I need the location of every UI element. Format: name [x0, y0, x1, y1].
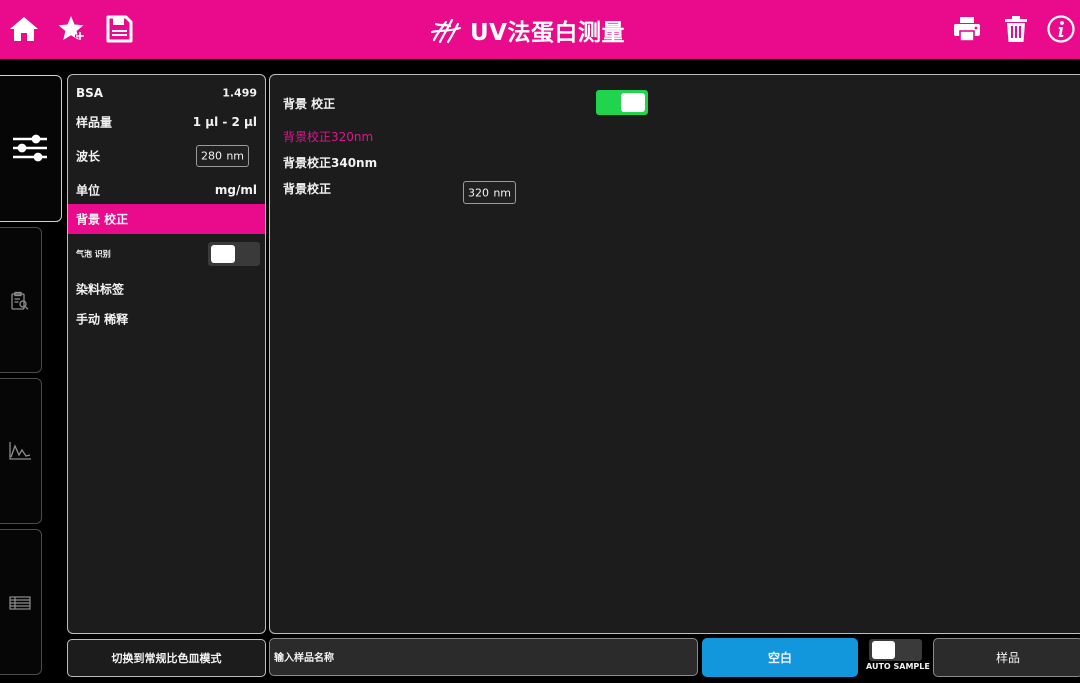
- detail-panel: 背景 校正 背景校正320nm 背景校正340nm 背景校正 320 nm: [269, 74, 1080, 634]
- detail-wavelength-unit: nm: [493, 186, 511, 199]
- switch-cuvette-mode-label: 切换到常规比色皿模式: [111, 652, 222, 665]
- unit-label: 单位: [76, 183, 101, 198]
- blank-button[interactable]: 空白: [702, 638, 858, 677]
- chart-icon: [9, 442, 31, 460]
- bubble-detection-toggle[interactable]: [208, 242, 260, 266]
- detail-background-correction-label: 背景 校正: [283, 97, 336, 111]
- rail-tab-settings[interactable]: [0, 75, 62, 222]
- wavelength-input[interactable]: 280 nm: [196, 145, 249, 167]
- list-item-manual-dilution[interactable]: 手动 稀释: [68, 305, 265, 333]
- blank-button-label: 空白: [767, 651, 792, 665]
- unit-value: mg/ml: [214, 183, 257, 197]
- toggle-knob: [621, 93, 645, 112]
- rail-tab-chart[interactable]: [0, 378, 42, 524]
- bubble-detection-label: 气泡 识别: [76, 249, 111, 259]
- auto-sample-label: AUTO SAMPLE: [866, 662, 930, 671]
- home-icon[interactable]: [8, 13, 40, 45]
- list-item-wavelength[interactable]: 波长 280 nm: [68, 142, 265, 170]
- brand-logo-icon: [430, 18, 462, 44]
- option-320nm[interactable]: 背景校正320nm: [283, 128, 373, 145]
- info-icon[interactable]: [1045, 13, 1077, 45]
- detail-wavelength-value: 320: [468, 186, 489, 199]
- list-item-dye-label[interactable]: 染料标签: [68, 275, 265, 303]
- sample-volume-label: 样品量: [76, 115, 113, 130]
- option-340nm[interactable]: 背景校正340nm: [283, 154, 377, 171]
- trash-icon[interactable]: [1000, 13, 1032, 45]
- sample-button[interactable]: 样品: [933, 638, 1080, 677]
- auto-sample-toggle[interactable]: [869, 639, 922, 661]
- list-item-unit[interactable]: 单位 mg/ml: [68, 176, 265, 204]
- wavelength-label: 波长: [76, 149, 101, 164]
- favorite-star-icon[interactable]: [56, 13, 88, 45]
- rail-tab-sample-review[interactable]: [0, 227, 42, 373]
- sample-button-label: 样品: [995, 651, 1020, 665]
- top-bar: UV法蛋白测量: [0, 0, 1080, 59]
- standard-value: 1.499: [222, 86, 257, 100]
- dye-label-label: 染料标签: [76, 282, 125, 297]
- standard-name: BSA: [76, 86, 104, 100]
- manual-dilution-label: 手动 稀释: [76, 312, 129, 327]
- settings-list-panel: BSA 1.499 样品量 1 µl - 2 µl 波长 280 nm 单位 m…: [67, 74, 266, 634]
- print-icon[interactable]: [951, 13, 983, 45]
- wavelength-value: 280: [201, 149, 222, 163]
- toggle-knob: [211, 245, 235, 263]
- wavelength-unit: nm: [226, 149, 244, 163]
- list-item-background-correction[interactable]: 背景 校正: [68, 204, 265, 234]
- switch-cuvette-mode-button[interactable]: 切换到常规比色皿模式: [67, 639, 266, 677]
- settings-sliders-icon: [13, 134, 47, 162]
- list-item-sample-volume[interactable]: 样品量 1 µl - 2 µl: [68, 108, 265, 136]
- sample-name-input[interactable]: 输入样品名称: [269, 638, 698, 676]
- page-title: UV法蛋白测量: [428, 12, 625, 48]
- list-item-standard[interactable]: BSA 1.499: [68, 79, 265, 107]
- page-title-text: UV法蛋白测量: [470, 20, 625, 46]
- sample-volume-value: 1 µl - 2 µl: [192, 115, 257, 129]
- detail-wavelength-label: 背景校正: [283, 182, 332, 196]
- save-icon[interactable]: [103, 13, 135, 45]
- list-item-bubble-detection[interactable]: 气泡 识别: [68, 240, 265, 268]
- clipboard-search-icon: [11, 291, 29, 310]
- sample-name-placeholder: 输入样品名称: [274, 652, 334, 664]
- table-icon: [9, 596, 31, 610]
- background-correction-toggle[interactable]: [596, 90, 648, 115]
- detail-wavelength-input[interactable]: 320 nm: [463, 181, 516, 204]
- rail-tab-table[interactable]: [0, 529, 42, 675]
- background-correction-label: 背景 校正: [76, 212, 129, 227]
- toggle-knob: [872, 641, 895, 659]
